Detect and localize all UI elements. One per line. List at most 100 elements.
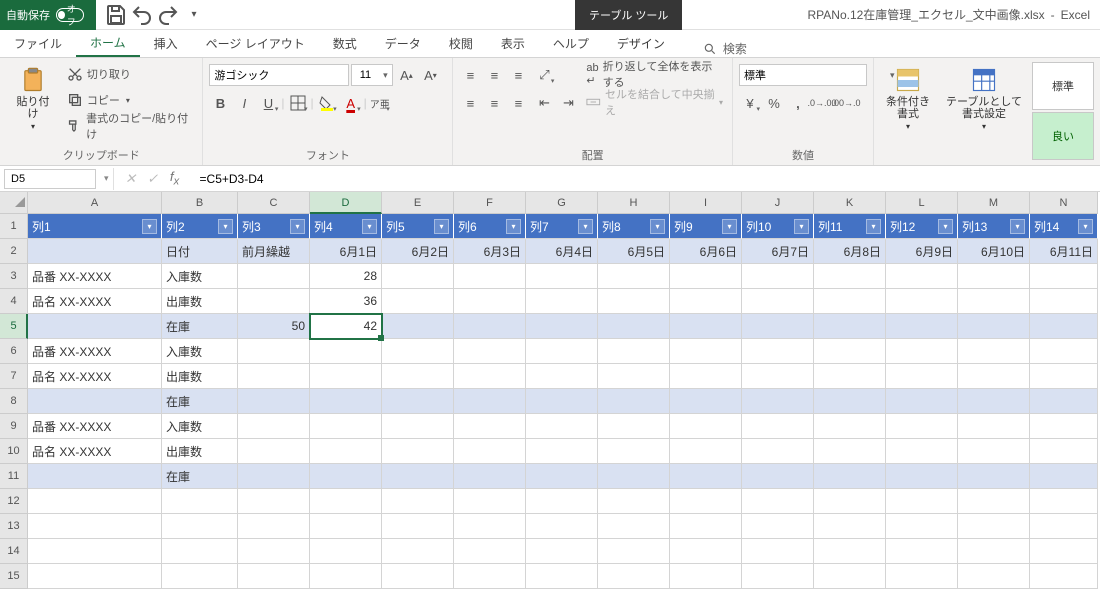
cell[interactable] <box>814 489 886 514</box>
cell[interactable] <box>670 389 742 414</box>
cell[interactable] <box>958 264 1030 289</box>
cell[interactable] <box>382 439 454 464</box>
cell[interactable]: 品番 XX-XXXX <box>28 414 162 439</box>
cell[interactable]: 前月繰越 <box>238 239 310 264</box>
cell[interactable] <box>382 414 454 439</box>
cell[interactable] <box>238 439 310 464</box>
table-header-cell[interactable]: 列2▾ <box>162 214 238 239</box>
cell[interactable] <box>670 514 742 539</box>
cell[interactable]: 50 <box>238 314 310 339</box>
cell[interactable] <box>886 364 958 389</box>
cell[interactable] <box>454 539 526 564</box>
conditional-format-button[interactable]: 条件付き 書式▾ <box>880 62 936 135</box>
borders-button[interactable]: ▾ <box>287 92 309 114</box>
cell[interactable] <box>382 289 454 314</box>
cell[interactable] <box>1030 539 1098 564</box>
cell[interactable] <box>598 289 670 314</box>
paste-button[interactable]: 貼り付け ▾ <box>6 62 60 135</box>
cell[interactable] <box>310 364 382 389</box>
cell[interactable] <box>162 564 238 589</box>
cell[interactable]: 品名 XX-XXXX <box>28 289 162 314</box>
cell[interactable]: 品名 XX-XXXX <box>28 364 162 389</box>
table-header-cell[interactable]: 列5▾ <box>382 214 454 239</box>
column-header[interactable]: N <box>1030 192 1098 214</box>
enter-formula-icon[interactable]: ✓ <box>142 168 164 190</box>
row-header[interactable]: 1 <box>0 214 28 239</box>
cell[interactable]: 出庫数 <box>162 439 238 464</box>
align-right-icon[interactable]: ≡ <box>507 92 529 114</box>
column-header[interactable]: D <box>310 192 382 214</box>
cell[interactable] <box>1030 314 1098 339</box>
cell[interactable] <box>310 414 382 439</box>
filter-dropdown-icon[interactable]: ▾ <box>362 219 377 234</box>
increase-decimal-icon[interactable]: .0→.00 <box>811 92 833 114</box>
cell[interactable]: 6月4日 <box>526 239 598 264</box>
column-header[interactable]: F <box>454 192 526 214</box>
column-header[interactable]: G <box>526 192 598 214</box>
cell[interactable] <box>742 264 814 289</box>
cell[interactable] <box>886 464 958 489</box>
cell[interactable] <box>670 314 742 339</box>
row-header[interactable]: 11 <box>0 464 28 489</box>
cell[interactable]: 在庫 <box>162 314 238 339</box>
cell[interactable] <box>814 314 886 339</box>
cell[interactable] <box>310 389 382 414</box>
cell[interactable] <box>310 464 382 489</box>
cell[interactable] <box>670 414 742 439</box>
formula-input[interactable] <box>192 172 1100 186</box>
cell[interactable] <box>742 439 814 464</box>
cell[interactable] <box>238 489 310 514</box>
cell[interactable] <box>742 564 814 589</box>
cell[interactable]: 6月7日 <box>742 239 814 264</box>
cell[interactable]: 6月9日 <box>886 239 958 264</box>
cell[interactable] <box>742 539 814 564</box>
cell[interactable] <box>598 564 670 589</box>
cell[interactable] <box>382 389 454 414</box>
cell[interactable] <box>310 514 382 539</box>
cell[interactable]: 日付 <box>162 239 238 264</box>
align-bottom-icon[interactable]: ≡ <box>507 64 529 86</box>
cell[interactable] <box>382 514 454 539</box>
filter-dropdown-icon[interactable]: ▾ <box>578 219 593 234</box>
cell[interactable] <box>670 539 742 564</box>
cell[interactable] <box>886 389 958 414</box>
cell[interactable] <box>814 464 886 489</box>
cell[interactable]: 6月1日 <box>310 239 382 264</box>
cell[interactable] <box>598 339 670 364</box>
cell[interactable] <box>742 464 814 489</box>
decrease-font-icon[interactable]: A▾ <box>419 64 441 86</box>
merge-center-button[interactable]: セルを結合して中央揃え▾ <box>583 90 726 114</box>
cell[interactable]: 6月8日 <box>814 239 886 264</box>
format-painter-button[interactable]: 書式のコピー/貼り付け <box>64 114 196 138</box>
column-header[interactable]: C <box>238 192 310 214</box>
cell[interactable] <box>958 439 1030 464</box>
cell[interactable] <box>742 414 814 439</box>
cell[interactable] <box>310 539 382 564</box>
tab-file[interactable]: ファイル <box>0 29 76 57</box>
tab-view[interactable]: 表示 <box>487 29 539 57</box>
cell[interactable] <box>526 339 598 364</box>
undo-icon[interactable] <box>130 3 154 27</box>
cell[interactable] <box>238 289 310 314</box>
cell[interactable] <box>886 564 958 589</box>
cell[interactable] <box>382 339 454 364</box>
cell[interactable] <box>382 539 454 564</box>
search-box[interactable]: 検索 <box>679 40 747 57</box>
cell[interactable] <box>526 289 598 314</box>
cell[interactable] <box>598 364 670 389</box>
cell[interactable] <box>742 489 814 514</box>
cell[interactable] <box>454 464 526 489</box>
table-header-cell[interactable]: 列10▾ <box>742 214 814 239</box>
cell[interactable] <box>238 364 310 389</box>
table-header-cell[interactable]: 列14▾ <box>1030 214 1098 239</box>
cell[interactable] <box>28 464 162 489</box>
filter-dropdown-icon[interactable]: ▾ <box>1010 219 1025 234</box>
column-header[interactable]: H <box>598 192 670 214</box>
column-header[interactable]: A <box>28 192 162 214</box>
filter-dropdown-icon[interactable]: ▾ <box>650 219 665 234</box>
filter-dropdown-icon[interactable]: ▾ <box>142 219 157 234</box>
align-center-icon[interactable]: ≡ <box>483 92 505 114</box>
cell[interactable] <box>814 364 886 389</box>
cell[interactable] <box>958 389 1030 414</box>
cell[interactable] <box>238 414 310 439</box>
